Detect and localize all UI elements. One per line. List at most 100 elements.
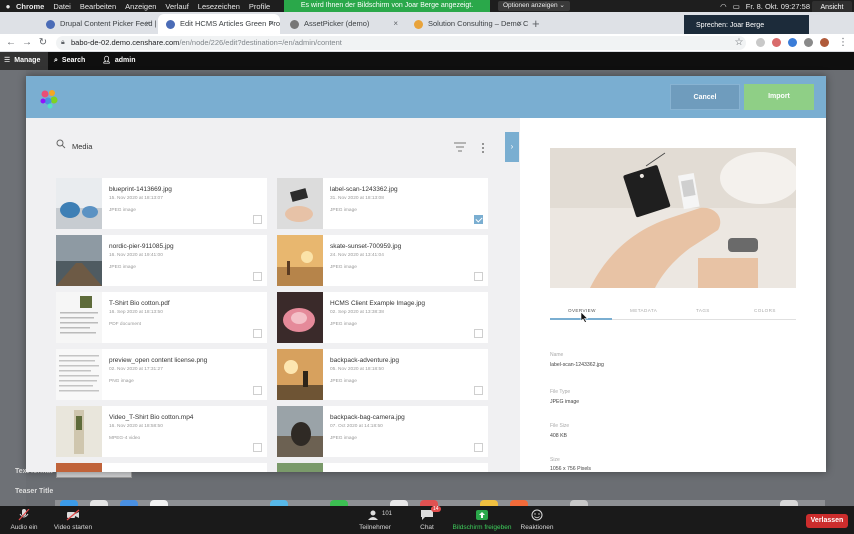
censhare-favicon-icon — [414, 20, 423, 29]
asset-card[interactable] — [277, 463, 488, 472]
asset-card[interactable]: skate-sunset-700959.jpg 24. Nov 2020 at … — [277, 235, 488, 286]
mouse-cursor-icon — [580, 312, 589, 323]
user-button[interactable]: 👤︎ admin — [102, 52, 136, 70]
asset-card-selected[interactable]: label-scan-1243362.jpg 31. Nov 2020 at 1… — [277, 178, 488, 229]
asset-checkbox[interactable] — [253, 329, 262, 338]
asset-date: 16. Sep 2020 at 18:13:50 — [109, 310, 163, 315]
filter-icon[interactable] — [454, 142, 466, 152]
asset-type: JPEG image — [109, 265, 136, 270]
video-button[interactable]: Video starten — [46, 506, 100, 534]
censhare-logo-icon — [40, 90, 58, 109]
menu-anzeigen[interactable]: Anzeigen — [125, 2, 156, 11]
asset-type: JPEG image — [330, 379, 357, 384]
manage-button[interactable]: ☰ Manage — [0, 52, 48, 70]
close-icon[interactable]: × — [269, 14, 274, 34]
asset-card[interactable]: blueprint-1413669.jpg 15. Nov 2020 at 18… — [56, 178, 267, 229]
leave-meeting-button[interactable]: Verlassen — [806, 514, 848, 528]
reload-icon[interactable]: ↻ — [36, 34, 50, 52]
chat-button[interactable]: 14 Chat — [410, 506, 444, 534]
close-icon[interactable]: × — [517, 14, 522, 34]
asset-type: JPEG image — [109, 208, 136, 213]
search-button[interactable]: ⌕ Search — [54, 52, 85, 70]
share-options-button[interactable]: Optionen anzeigen ⌄ — [498, 1, 570, 11]
menu-profile[interactable]: Profile — [249, 2, 270, 11]
participants-button[interactable]: 101 Teilnehmer — [352, 506, 398, 534]
media-search-input[interactable]: Media — [56, 139, 496, 154]
address-bar[interactable]: 🔒︎ babo-de-02.demo.censhare.com/en/node/… — [56, 36, 746, 50]
clock[interactable]: Fr. 8. Okt. 09:27:58 — [746, 2, 810, 11]
asset-card[interactable]: backpack-adventure.jpg 05. Nov 2020 at 1… — [277, 349, 488, 400]
asset-checkbox[interactable] — [253, 272, 262, 281]
bookmark-star-icon[interactable]: ☆ — [732, 34, 746, 52]
asset-checkbox[interactable] — [474, 272, 483, 281]
drupal-favicon-icon — [166, 20, 175, 29]
tab-assetpicker[interactable]: AssetPicker (demo) × — [282, 14, 404, 34]
file-type-value: JPEG image — [550, 399, 580, 405]
asset-checkbox[interactable] — [474, 329, 483, 338]
tab-edit-hcms[interactable]: Edit HCMS Articles Green Prod… × — [158, 14, 280, 34]
tab-tags[interactable]: TAGS — [696, 308, 710, 313]
asset-checkbox[interactable] — [253, 386, 262, 395]
menu-bearbeiten[interactable]: Bearbeiten — [80, 2, 116, 11]
drupal-favicon-icon — [46, 20, 55, 29]
extension-icon[interactable] — [772, 38, 781, 47]
asset-checkbox[interactable] — [253, 443, 262, 452]
tab-metadata[interactable]: METADATA — [630, 308, 657, 313]
battery-icon[interactable]: ▭ — [733, 2, 740, 11]
chevron-right-icon: › — [510, 142, 514, 151]
collapse-panel-button[interactable]: › — [505, 132, 519, 162]
apple-icon[interactable]: ● — [0, 2, 16, 11]
asset-checkbox[interactable] — [474, 443, 483, 452]
name-label: Name — [550, 352, 564, 358]
back-icon[interactable]: ← — [4, 34, 18, 52]
asset-checkbox[interactable] — [474, 386, 483, 395]
asset-thumbnail — [56, 463, 102, 472]
more-options-icon[interactable] — [480, 142, 486, 154]
asset-checkbox[interactable] — [474, 215, 483, 224]
asset-picker-modal: Cancel Import Media blueprint-1413669.jp… — [26, 76, 826, 472]
profile-avatar-icon[interactable] — [820, 38, 829, 47]
menubar-status: ◠ ▭ Fr. 8. Okt. 09:27:58 — [720, 0, 810, 12]
cancel-button[interactable]: Cancel — [670, 84, 740, 110]
extension-icon[interactable] — [804, 38, 813, 47]
asset-date: 15. Nov 2020 at 18:13:07 — [109, 196, 163, 201]
chat-badge: 14 — [431, 506, 441, 512]
asset-card[interactable]: Video_T-Shirt Bio cotton.mp4 16. Nov 202… — [56, 406, 267, 457]
asset-checkbox[interactable] — [253, 215, 262, 224]
close-icon[interactable]: × — [393, 14, 398, 34]
participants-count: 101 — [382, 511, 393, 517]
tab-solution-consulting[interactable]: Solution Consulting – Demo Co… × — [406, 14, 528, 34]
drupal-admin-toolbar: ☰ Manage ⌕ Search 👤︎ admin — [0, 52, 854, 70]
tab-colors[interactable]: COLORS — [754, 308, 776, 313]
menu-lesezeichen[interactable]: Lesezeichen — [198, 2, 240, 11]
extension-icon[interactable] — [788, 38, 797, 47]
asset-thumbnail — [277, 235, 323, 286]
forward-icon[interactable]: → — [20, 34, 34, 52]
asset-date: 31. Nov 2020 at 18:13:08 — [330, 196, 384, 201]
asset-card[interactable]: HCMS Client Example Image.jpg 02. Sep 20… — [277, 292, 488, 343]
asset-card[interactable]: T-Shirt Bio cotton.pdf 16. Sep 2020 at 1… — [56, 292, 267, 343]
audio-button[interactable]: Audio ein — [4, 506, 44, 534]
import-button[interactable]: Import — [744, 84, 814, 110]
extension-icon[interactable] — [756, 38, 765, 47]
asset-card[interactable]: preview_open content license.png 02. Nov… — [56, 349, 267, 400]
asset-name: backpack-bag-camera.jpg — [330, 414, 405, 421]
new-tab-icon[interactable]: + — [532, 14, 540, 34]
close-icon[interactable]: × — [145, 14, 150, 34]
chrome-menu-icon[interactable]: ⋮ — [836, 34, 850, 52]
reactions-icon — [531, 509, 543, 521]
menu-verlauf[interactable]: Verlauf — [165, 2, 188, 11]
asset-card[interactable]: backpack-bag-camera.jpg 07. Oct 2020 at … — [277, 406, 488, 457]
browser-toolbar: ← → ↻ 🔒︎ babo-de-02.demo.censhare.com/en… — [0, 34, 854, 52]
asset-card[interactable] — [56, 463, 267, 472]
menu-datei[interactable]: Datei — [53, 2, 71, 11]
asset-card[interactable]: nordic-pier-911085.jpg 16. Nov 2020 at 1… — [56, 235, 267, 286]
share-screen-button[interactable]: Bildschirm freigeben — [450, 506, 514, 534]
menu-app[interactable]: Chrome — [16, 2, 44, 11]
tab-drupal-feed[interactable]: Drupal Content Picker Feed | c… × — [38, 14, 156, 34]
file-size-label: File Size — [550, 423, 570, 429]
asset-name: backpack-adventure.jpg — [330, 357, 400, 364]
wifi-icon[interactable]: ◠ — [720, 2, 727, 11]
asset-date: 16. Nov 2020 at 18:58:50 — [109, 424, 163, 429]
reactions-button[interactable]: Reaktionen — [518, 506, 556, 534]
